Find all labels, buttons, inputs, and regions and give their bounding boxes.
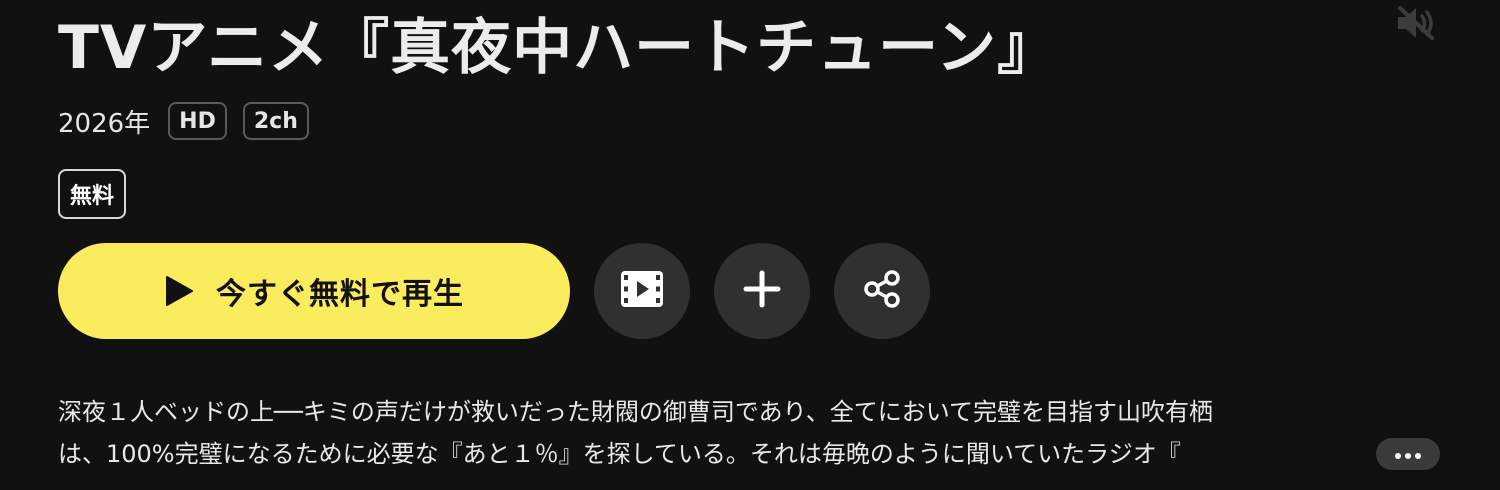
mute-button[interactable]: [1390, 4, 1442, 46]
title-detail-page: TVアニメ『真夜中ハートチューン』 2026年 HD 2ch 無料 今すぐ無料で…: [0, 0, 1500, 490]
film-icon: [620, 270, 664, 312]
release-year: 2026年: [58, 108, 151, 139]
share-button[interactable]: [834, 243, 930, 339]
synopsis: 深夜１人ベッドの上──キミの声だけが救いだった財閥の御曹司であり、全てにおいて完…: [58, 391, 1448, 475]
synopsis-line-2: は、100%完璧になるために必要な『あと１％』を探している。それは毎晩のように聞…: [58, 440, 1181, 468]
audio-badge: 2ch: [242, 102, 309, 140]
share-icon: [862, 269, 902, 313]
trailer-button[interactable]: [594, 243, 690, 339]
plus-icon: [742, 269, 782, 313]
free-badge: 無料: [58, 169, 127, 219]
synopsis-line-1: 深夜１人ベッドの上──キミの声だけが救いだった財閥の御曹司であり、全てにおいて完…: [58, 398, 1213, 426]
expand-synopsis-button[interactable]: [1376, 438, 1440, 470]
quality-badge: HD: [168, 102, 227, 140]
add-to-list-button[interactable]: [714, 243, 810, 339]
volume-mute-icon: [1394, 3, 1438, 47]
play-now-button[interactable]: 今すぐ無料で再生: [58, 243, 570, 339]
page-title: TVアニメ『真夜中ハートチューン』: [58, 13, 1059, 83]
play-icon: [164, 275, 194, 307]
meta-row: 2026年 HD 2ch: [58, 100, 325, 142]
play-button-label: 今すぐ無料で再生: [216, 277, 464, 312]
more-horizontal-icon: [1394, 445, 1422, 464]
